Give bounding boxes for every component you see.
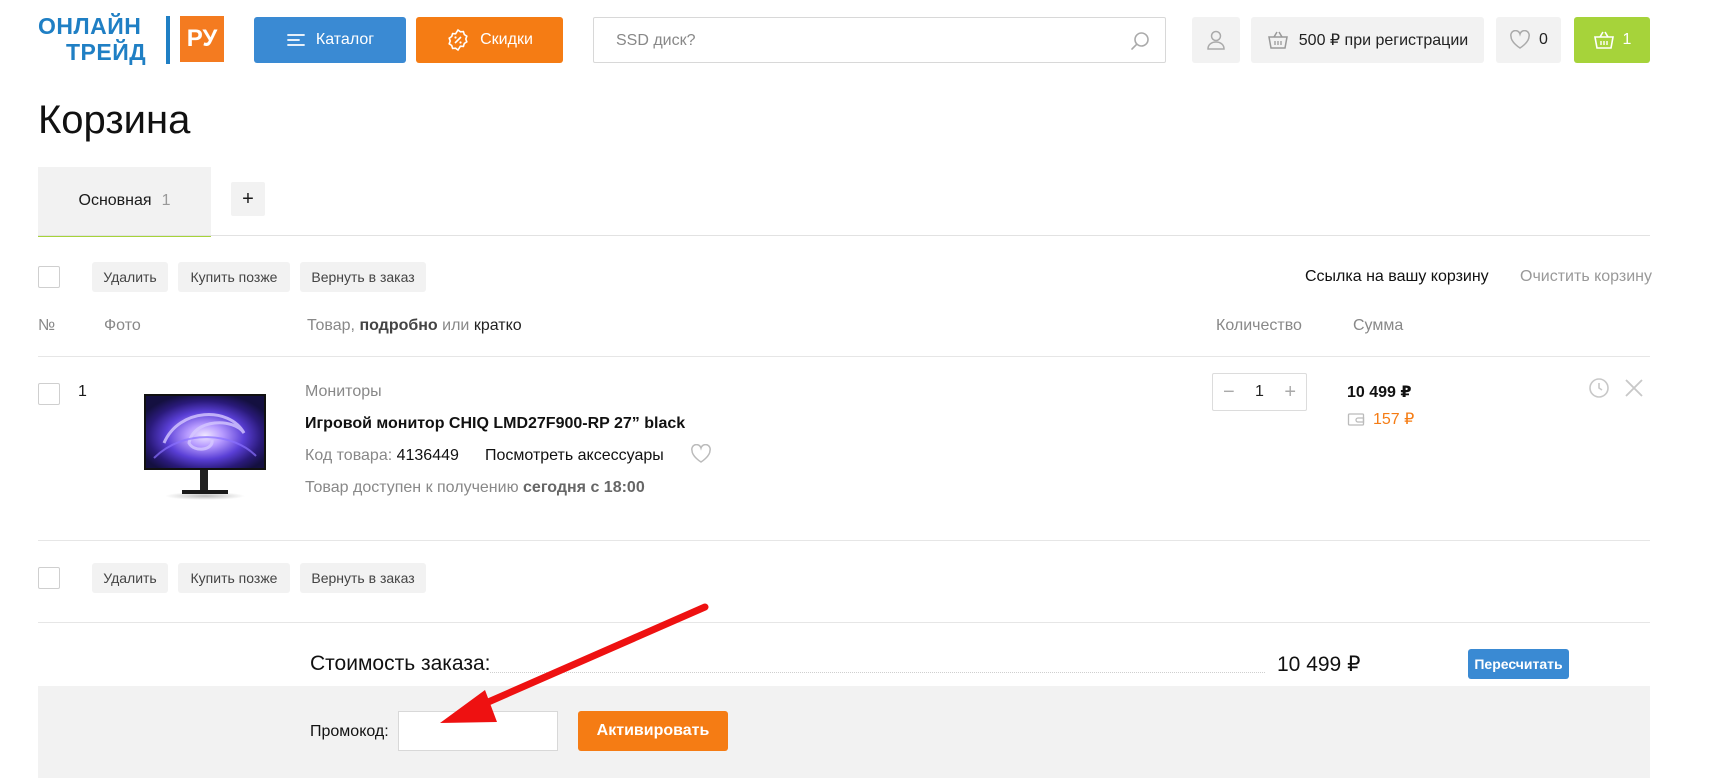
buy-later-button-bottom[interactable]: Купить позже bbox=[178, 563, 290, 593]
add-to-favorites-icon[interactable] bbox=[690, 444, 712, 464]
column-product: Товар, подробно или кратко bbox=[307, 317, 522, 335]
cart-button[interactable]: 1 bbox=[1574, 17, 1650, 63]
cart-count: 1 bbox=[1622, 31, 1632, 48]
summary-divider bbox=[38, 622, 1650, 623]
order-total-label: Стоимость заказа: bbox=[310, 652, 491, 675]
product-category[interactable]: Мониторы bbox=[305, 383, 382, 401]
table-header-divider bbox=[38, 356, 1650, 357]
menu-icon bbox=[287, 34, 305, 46]
site-logo[interactable]: ОНЛАЙН ТРЕЙД РУ bbox=[38, 14, 228, 66]
quantity-increase-button[interactable]: + bbox=[1284, 381, 1296, 404]
quantity-value[interactable]: 1 bbox=[1255, 383, 1264, 401]
view-detailed-toggle[interactable]: подробно bbox=[359, 317, 437, 334]
select-all-checkbox-bottom[interactable] bbox=[38, 567, 60, 589]
product-code-label: Код товара: bbox=[305, 447, 393, 464]
item-price: 10 499 ₽ bbox=[1347, 384, 1412, 401]
discount-badge-icon bbox=[448, 28, 468, 52]
search-icon[interactable] bbox=[1129, 30, 1151, 52]
search-bar bbox=[593, 17, 1166, 63]
quantity-decrease-button[interactable]: − bbox=[1223, 381, 1235, 404]
cart-share-link[interactable]: Ссылка на вашу корзину bbox=[1305, 268, 1489, 286]
column-sum: Сумма bbox=[1353, 317, 1404, 334]
promo-code-label: Промокод: bbox=[310, 723, 389, 740]
return-to-order-button[interactable]: Вернуть в заказ bbox=[300, 262, 426, 292]
tab-label: Основная bbox=[78, 192, 152, 209]
sales-label: Скидки bbox=[480, 31, 533, 48]
registration-bonus-label: 500 ₽ при регистрации bbox=[1298, 32, 1469, 49]
activate-promo-button[interactable]: Активировать bbox=[578, 711, 728, 751]
product-code-value: 4136449 bbox=[396, 447, 459, 464]
clock-icon[interactable] bbox=[1588, 377, 1610, 399]
view-accessories-link[interactable]: Посмотреть аксессуары bbox=[485, 447, 664, 465]
column-number: № bbox=[38, 317, 56, 334]
add-cart-tab-button[interactable]: + bbox=[231, 182, 265, 216]
product-name-link[interactable]: Игровой монитор CHIQ LMD27F900-RP 27” bl… bbox=[305, 415, 685, 433]
column-quantity: Количество bbox=[1216, 317, 1302, 334]
column-product-prefix: Товар, bbox=[307, 317, 355, 334]
user-icon bbox=[1207, 30, 1225, 50]
basket-icon bbox=[1267, 31, 1288, 49]
logo-line2: ТРЕЙД bbox=[66, 39, 147, 65]
order-total-value: 10 499 ₽ bbox=[1277, 653, 1361, 676]
favorites-count: 0 bbox=[1539, 31, 1548, 48]
select-all-checkbox[interactable] bbox=[38, 266, 60, 288]
availability-time: сегодня с 18:00 bbox=[523, 479, 645, 496]
delete-button-bottom[interactable]: Удалить bbox=[92, 563, 168, 593]
sales-button[interactable]: Скидки bbox=[416, 17, 563, 63]
page-title: Корзина bbox=[38, 98, 191, 142]
buy-later-button[interactable]: Купить позже bbox=[178, 262, 290, 292]
item-index: 1 bbox=[78, 383, 87, 400]
promo-code-area bbox=[38, 686, 1650, 778]
availability-prefix: Товар доступен к получению bbox=[305, 479, 519, 496]
item-bonus-value: 157 ₽ bbox=[1373, 411, 1415, 428]
clear-cart-link[interactable]: Очистить корзину bbox=[1520, 268, 1652, 286]
recalculate-button[interactable]: Пересчитать bbox=[1468, 649, 1569, 679]
logo-divider bbox=[166, 16, 170, 64]
item-divider bbox=[38, 540, 1650, 541]
wallet-icon bbox=[1347, 413, 1365, 426]
catalog-button[interactable]: Каталог bbox=[254, 17, 406, 63]
remove-item-icon[interactable] bbox=[1623, 377, 1645, 399]
catalog-label: Каталог bbox=[315, 31, 375, 48]
product-image-monitor[interactable] bbox=[134, 388, 276, 506]
column-photo: Фото bbox=[104, 317, 141, 334]
tab-main-cart[interactable]: Основная 1 bbox=[38, 167, 211, 237]
item-checkbox[interactable] bbox=[38, 383, 60, 405]
column-product-or: или bbox=[442, 317, 470, 334]
heart-icon bbox=[1510, 30, 1530, 49]
product-availability: Товар доступен к получению сегодня с 18:… bbox=[305, 479, 645, 497]
cart-basket-icon bbox=[1593, 31, 1614, 49]
search-input[interactable] bbox=[614, 30, 1094, 52]
order-total-leader bbox=[490, 672, 1265, 673]
favorites-button[interactable]: 0 bbox=[1496, 17, 1561, 63]
product-code: Код товара: 4136449 bbox=[305, 447, 459, 465]
registration-bonus-button[interactable]: 500 ₽ при регистрации bbox=[1251, 17, 1484, 63]
tabs-divider bbox=[38, 235, 1650, 236]
quantity-stepper: − 1 + bbox=[1212, 373, 1307, 411]
item-bonus: 157 ₽ bbox=[1347, 409, 1414, 429]
tab-count: 1 bbox=[161, 192, 171, 209]
view-brief-toggle[interactable]: кратко bbox=[474, 317, 522, 334]
delete-button[interactable]: Удалить bbox=[92, 262, 168, 292]
logo-line1: ОНЛАЙН bbox=[38, 13, 142, 39]
return-to-order-button-bottom[interactable]: Вернуть в заказ bbox=[300, 563, 426, 593]
logo-badge: РУ bbox=[180, 16, 224, 62]
promo-code-input[interactable] bbox=[398, 711, 558, 751]
account-button[interactable] bbox=[1192, 17, 1240, 63]
